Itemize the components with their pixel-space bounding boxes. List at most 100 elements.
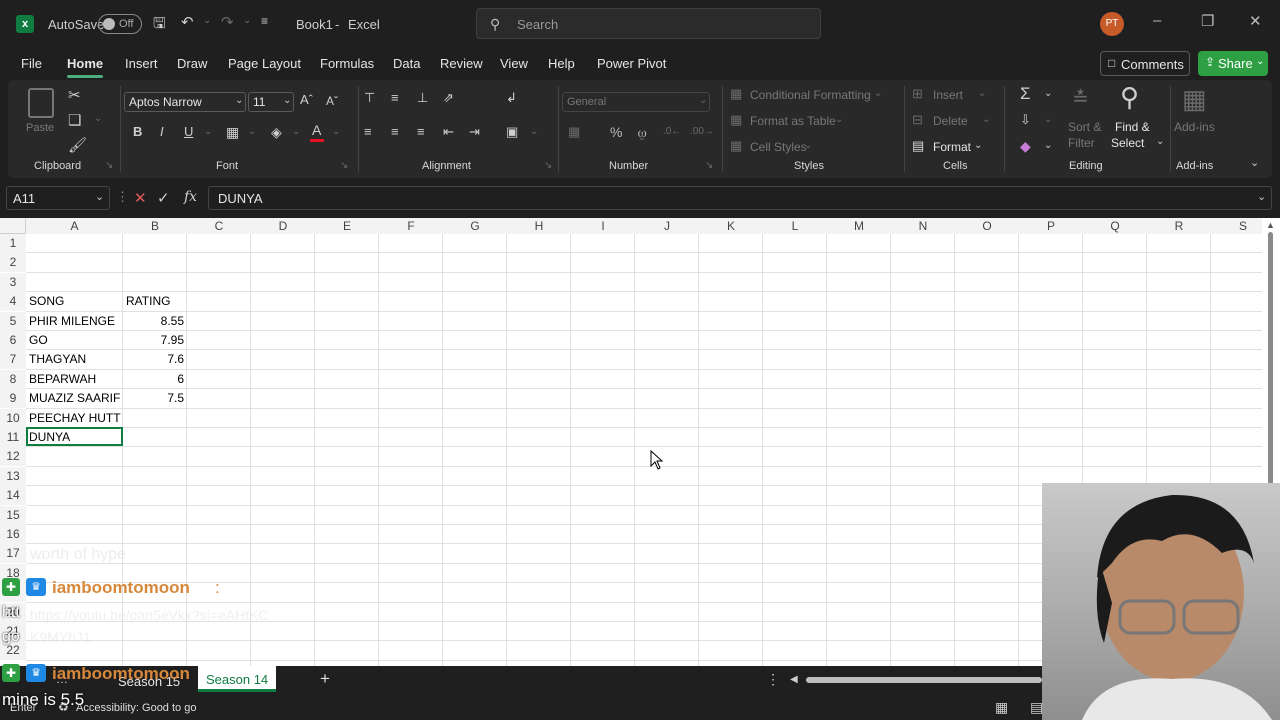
scroll-left-icon[interactable]: ◀ bbox=[790, 674, 798, 685]
column-header-p[interactable]: P bbox=[1019, 218, 1083, 234]
normal-view-icon[interactable]: ▦ bbox=[995, 699, 1008, 716]
column-header-i[interactable]: I bbox=[571, 218, 635, 234]
clear-eraser-icon[interactable]: ◆ bbox=[1020, 138, 1031, 155]
cell-styles-icon[interactable]: ▦ bbox=[730, 138, 742, 154]
fill-color-icon[interactable]: ◈ bbox=[271, 124, 282, 141]
underline-icon[interactable]: U bbox=[184, 124, 193, 139]
row-header-3[interactable]: 3 bbox=[0, 272, 26, 292]
column-header-f[interactable]: F bbox=[379, 218, 443, 234]
chevron-down-icon[interactable]: ⌄ bbox=[1044, 88, 1052, 99]
increase-font-icon[interactable]: Aˆ bbox=[300, 92, 313, 107]
cell-a5[interactable]: PHIR MILENGE bbox=[29, 312, 115, 331]
tab-file[interactable]: File bbox=[21, 56, 42, 71]
font-launcher-icon[interactable]: ↘ bbox=[340, 160, 348, 171]
cell-a6[interactable]: GO bbox=[29, 331, 48, 350]
tab-formulas[interactable]: Formulas bbox=[320, 56, 374, 71]
row-header-7[interactable]: 7 bbox=[0, 350, 26, 370]
align-top-icon[interactable]: ⊤ bbox=[364, 90, 375, 106]
row-header-14[interactable]: 14 bbox=[0, 486, 26, 506]
cell-a7[interactable]: THAGYAN bbox=[29, 350, 86, 369]
borders-icon[interactable]: ▦ bbox=[226, 124, 239, 141]
column-header-m[interactable]: M bbox=[827, 218, 891, 234]
find-search-icon[interactable]: ⚲ bbox=[1120, 82, 1139, 113]
filter-label[interactable]: Filter bbox=[1068, 136, 1095, 150]
number-launcher-icon[interactable]: ↘ bbox=[705, 160, 713, 171]
column-header-b[interactable]: B bbox=[123, 218, 187, 234]
select-label[interactable]: Select bbox=[1111, 136, 1144, 150]
column-header-l[interactable]: L bbox=[763, 218, 827, 234]
autosave-toggle[interactable]: Off bbox=[98, 14, 142, 34]
sort-label[interactable]: Sort & bbox=[1068, 120, 1101, 134]
row-header-12[interactable]: 12 bbox=[0, 447, 26, 467]
underline-dropdown-icon[interactable]: ⌄ bbox=[204, 126, 212, 137]
conditional-formatting-label[interactable]: Conditional Formatting bbox=[750, 88, 871, 102]
insert-cells-icon[interactable]: ⊞ bbox=[912, 86, 923, 102]
search-box[interactable]: ⚲ Search bbox=[476, 8, 821, 39]
format-painter-icon[interactable]: 🖌 bbox=[68, 136, 87, 154]
more-options-icon[interactable]: ⋮ bbox=[116, 189, 129, 205]
autosum-icon[interactable]: Σ bbox=[1020, 84, 1031, 104]
delete-cells-icon[interactable]: ⊟ bbox=[912, 112, 923, 128]
decrease-font-icon[interactable]: Aˇ bbox=[326, 94, 338, 108]
column-header-r[interactable]: R bbox=[1147, 218, 1211, 234]
restore-icon[interactable]: ❐ bbox=[1201, 12, 1214, 30]
number-format-select[interactable]: General ⌄ bbox=[562, 92, 710, 112]
undo-dropdown-icon[interactable]: ⌄ bbox=[203, 15, 211, 26]
row-header-2[interactable]: 2 bbox=[0, 253, 26, 273]
conditional-formatting-icon[interactable]: ▦ bbox=[730, 86, 742, 102]
tab-data[interactable]: Data bbox=[393, 56, 420, 71]
align-center-icon[interactable]: ≡ bbox=[391, 124, 399, 139]
redo-icon[interactable]: ↷ bbox=[221, 13, 234, 31]
column-header-g[interactable]: G bbox=[443, 218, 507, 234]
chevron-down-icon[interactable]: ⌄ bbox=[1044, 114, 1052, 125]
active-cell-a11[interactable] bbox=[26, 427, 123, 446]
row-header-13[interactable]: 13 bbox=[0, 466, 26, 486]
font-name-select[interactable]: Aptos Narrow ⌄ bbox=[124, 92, 246, 112]
cell-b7[interactable]: 7.6 bbox=[123, 350, 184, 369]
copy-dropdown-icon[interactable]: ⌄ bbox=[94, 113, 102, 124]
scroll-up-icon[interactable]: ▲ bbox=[1266, 220, 1275, 230]
font-color-dropdown-icon[interactable]: ⌄ bbox=[332, 126, 340, 137]
cell-b8[interactable]: 6 bbox=[123, 370, 184, 389]
minimize-icon[interactable]: – bbox=[1153, 12, 1161, 29]
expand-formula-icon[interactable]: ⌄ bbox=[1257, 190, 1266, 203]
italic-icon[interactable]: I bbox=[160, 124, 164, 139]
user-avatar[interactable]: PT bbox=[1100, 12, 1124, 36]
cell-b9[interactable]: 7.5 bbox=[123, 389, 184, 408]
insert-function-icon[interactable]: fx bbox=[184, 189, 197, 205]
save-icon[interactable]: 🖫 bbox=[153, 13, 166, 38]
tab-power-pivot[interactable]: Power Pivot bbox=[597, 56, 666, 71]
select-all-corner[interactable] bbox=[0, 218, 26, 234]
delete-cells-label[interactable]: Delete bbox=[933, 114, 968, 128]
cell-a4[interactable]: SONG bbox=[29, 292, 64, 311]
cancel-entry-icon[interactable]: ✕ bbox=[134, 189, 147, 207]
alignment-launcher-icon[interactable]: ↘ bbox=[544, 160, 552, 171]
column-header-h[interactable]: H bbox=[507, 218, 571, 234]
clipboard-launcher-icon[interactable]: ↘ bbox=[105, 160, 113, 171]
sort-filter-icon[interactable]: ≛ bbox=[1072, 86, 1089, 111]
cell-b4[interactable]: RATING bbox=[126, 292, 170, 311]
chevron-down-icon[interactable]: ⌄ bbox=[1044, 140, 1052, 151]
merge-dropdown-icon[interactable]: ⌄ bbox=[530, 126, 538, 137]
row-header-10[interactable]: 10 bbox=[0, 408, 26, 428]
row-header-1[interactable]: 1 bbox=[0, 234, 26, 253]
column-header-c[interactable]: C bbox=[187, 218, 251, 234]
column-header-d[interactable]: D bbox=[251, 218, 315, 234]
increase-decimal-icon[interactable]: .0← bbox=[663, 126, 681, 137]
font-color-icon[interactable]: A bbox=[312, 122, 321, 138]
bold-icon[interactable]: B bbox=[133, 124, 142, 139]
column-header-j[interactable]: J bbox=[635, 218, 699, 234]
comma-icon[interactable]: ⍹ bbox=[638, 124, 646, 141]
align-bottom-icon[interactable]: ⊥ bbox=[417, 90, 428, 106]
customize-toolbar-icon[interactable]: ≡ bbox=[261, 14, 268, 28]
comments-button[interactable]: □ Comments bbox=[1100, 51, 1190, 76]
share-button[interactable]: ⇪ Share ⌄ bbox=[1198, 51, 1268, 76]
column-header-e[interactable]: E bbox=[315, 218, 379, 234]
column-header-q[interactable]: Q bbox=[1083, 218, 1147, 234]
collapse-ribbon-icon[interactable]: ⌄ bbox=[1250, 156, 1259, 169]
tab-home[interactable]: Home bbox=[67, 56, 103, 71]
format-as-table-label[interactable]: Format as Table bbox=[750, 114, 836, 128]
column-header-a[interactable]: A bbox=[26, 218, 123, 234]
increase-indent-icon[interactable]: ⇥ bbox=[469, 124, 480, 140]
column-header-n[interactable]: N bbox=[891, 218, 955, 234]
